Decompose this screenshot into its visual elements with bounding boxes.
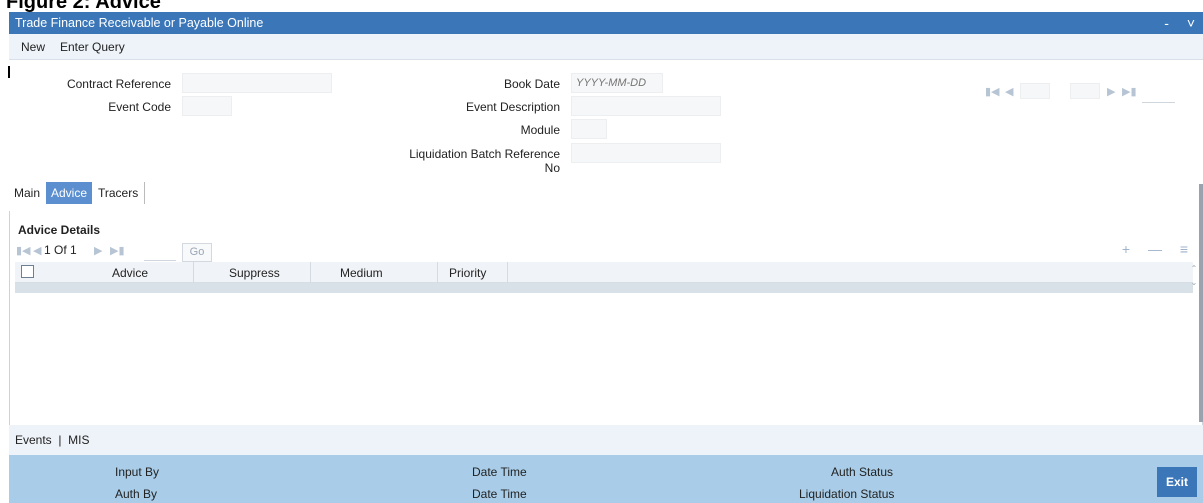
liquidation-batch-label: Liquidation Batch Reference No (340, 147, 560, 175)
first-page-icon[interactable]: ▮◀ (16, 244, 31, 257)
last-record-icon[interactable]: ▶▮ (1122, 85, 1137, 98)
column-divider (437, 262, 438, 283)
page-indicator: 1 Of 1 (44, 243, 77, 257)
column-suppress[interactable]: Suppress (229, 266, 280, 280)
module-label: Module (520, 123, 560, 137)
prev-page-icon[interactable]: ◀ (33, 244, 41, 257)
book-date-input[interactable] (571, 73, 663, 93)
tab-advice[interactable]: Advice (46, 182, 93, 204)
liquidation-batch-input[interactable] (571, 143, 721, 163)
date-time-label: Date Time (472, 465, 527, 479)
delete-row-icon[interactable]: — (1148, 241, 1162, 257)
auth-by-label: Auth By (115, 487, 158, 501)
mis-link[interactable]: MIS (68, 433, 89, 447)
menu-new[interactable]: New (21, 40, 45, 54)
events-link[interactable]: Events (15, 433, 52, 447)
menu-enter-query[interactable]: Enter Query (60, 40, 125, 54)
add-row-icon[interactable]: + (1122, 241, 1130, 257)
edge-marker (8, 66, 10, 78)
window-controls: - ˅ (1150, 12, 1195, 34)
advice-grid-header: Advice Suppress Medium Priority (15, 262, 1193, 283)
window-titlebar: Trade Finance Receivable or Payable Onli… (9, 12, 1203, 34)
column-divider (310, 262, 311, 283)
next-page-icon[interactable]: ▶ (94, 244, 102, 257)
column-medium[interactable]: Medium (340, 266, 383, 280)
tab-tracers[interactable]: Tracers (93, 182, 143, 204)
tab-main[interactable]: Main (9, 182, 45, 204)
close-button[interactable]: ˅ (1187, 15, 1195, 31)
contract-reference-label: Contract Reference (66, 77, 171, 91)
page-number-input[interactable] (144, 260, 176, 261)
window-title: Trade Finance Receivable or Payable Onli… (15, 16, 264, 30)
menubar: New Enter Query (9, 34, 1203, 60)
minimize-button[interactable]: - (1164, 15, 1169, 31)
column-advice[interactable]: Advice (112, 266, 148, 280)
liquidation-batch-label-line2: No (544, 161, 560, 175)
table-row[interactable] (15, 283, 1193, 293)
page-scrollbar[interactable] (1199, 184, 1203, 422)
record-index-box[interactable] (1020, 83, 1050, 99)
exit-button[interactable]: Exit (1157, 467, 1197, 497)
column-divider (193, 262, 194, 283)
event-code-input[interactable] (182, 96, 232, 116)
select-all-checkbox[interactable] (21, 265, 34, 278)
module-input[interactable] (571, 119, 607, 139)
figure-caption: Figure 2: Advice (6, 0, 161, 13)
event-code-label: Event Code (108, 100, 171, 114)
grid-toolbar: + — ≡ (1108, 241, 1188, 257)
next-record-icon[interactable]: ▶ (1107, 85, 1115, 98)
input-by-label: Input By (115, 465, 160, 479)
tab-separator (144, 182, 145, 204)
liquidation-batch-label-line1: Liquidation Batch Reference (409, 147, 560, 161)
record-input-underline (1142, 102, 1175, 103)
go-button[interactable]: Go (182, 243, 212, 262)
last-page-icon[interactable]: ▶▮ (110, 244, 125, 257)
grid-view-icon[interactable]: ≡ (1180, 241, 1188, 257)
record-count-box[interactable] (1070, 83, 1100, 99)
auth-status-label: Auth Status (831, 465, 894, 479)
date-time-label: Date Time (472, 487, 527, 501)
bottom-link-bar: Events | MIS (9, 425, 1203, 455)
audit-footer: Input By Auth By Date Time Date Time Aut… (9, 455, 1203, 503)
advice-details-title: Advice Details (18, 223, 101, 237)
link-separator: | (58, 433, 62, 447)
advice-details-panel: Advice Details ▮◀ ◀ 1 Of 1 ▶ ▶▮ Go + — ≡… (9, 211, 1203, 425)
event-description-label: Event Description (465, 100, 560, 114)
prev-record-icon[interactable]: ◀ (1005, 85, 1013, 98)
contract-reference-input[interactable] (182, 73, 332, 93)
column-priority[interactable]: Priority (449, 266, 486, 280)
book-date-label: Book Date (503, 77, 560, 91)
first-record-icon[interactable]: ▮◀ (985, 85, 1000, 98)
liquidation-status-label: Liquidation Status (799, 487, 895, 501)
event-description-input[interactable] (571, 96, 721, 116)
column-divider (507, 262, 508, 283)
